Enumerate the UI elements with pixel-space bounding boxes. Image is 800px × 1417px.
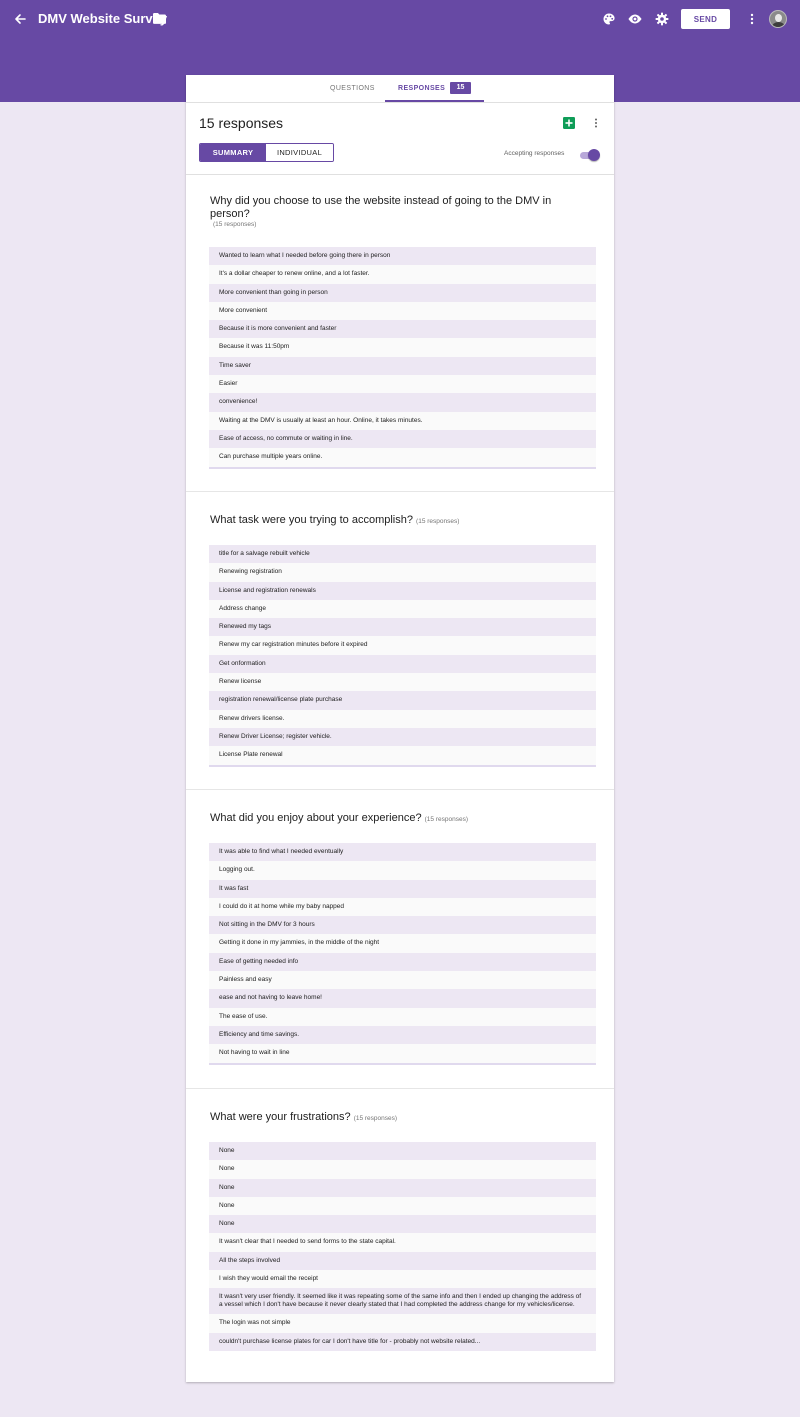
question-response-count: (15 responses) <box>353 1115 398 1122</box>
answer-item: Ease of getting needed info <box>209 952 596 972</box>
send-button[interactable]: SEND <box>681 9 730 29</box>
answer-item: Getting it done in my jammies, in the mi… <box>209 934 596 953</box>
answer-item: License Plate renewal <box>209 746 596 765</box>
question-title: Why did you choose to use the website in… <box>210 195 552 220</box>
answer-item: Renew Driver License; register vehicle. <box>209 727 596 747</box>
question-section: What were your frustrations? (15 respons… <box>186 1089 614 1382</box>
answer-item: Because it was 11:50pm <box>209 338 596 357</box>
answer-item: License and registration renewals <box>209 581 596 600</box>
more-vert-icon[interactable] <box>744 11 760 27</box>
question-title: What were your frustrations? <box>210 1111 351 1123</box>
answer-item: Renew drivers license. <box>209 709 596 728</box>
summary-button[interactable]: SUMMARY <box>200 144 266 161</box>
answer-item: Wanted to learn what I needed before goi… <box>209 247 596 266</box>
question-title: What task were you trying to accomplish? <box>210 514 413 526</box>
answer-item: Easier <box>209 375 596 394</box>
accepting-responses-label: Accepting responses <box>504 150 565 157</box>
question-section: Why did you choose to use the website in… <box>186 176 614 492</box>
question-response-count: (15 responses) <box>424 816 468 823</box>
avatar[interactable] <box>769 10 787 28</box>
answer-item: I could do it at home while my baby napp… <box>209 897 596 917</box>
palette-icon[interactable] <box>601 11 617 27</box>
answer-item: Not sitting in the DMV for 3 hours <box>209 916 596 935</box>
answer-item: I wish they would email the receipt <box>209 1270 596 1289</box>
question-title: What did you enjoy about your experience… <box>210 812 422 824</box>
answer-item: registration renewal/license plate purch… <box>209 691 596 710</box>
responses-title: 15 responses <box>199 115 284 131</box>
responses-count-badge: 15 <box>450 82 471 94</box>
top-app-bar: DMV Website Survey SEND <box>0 0 800 38</box>
answer-item: Ease of access, no commute or waiting in… <box>209 429 596 449</box>
tab-responses[interactable]: RESPONSES <box>398 84 445 93</box>
question-response-count: (15 responses) <box>416 518 460 525</box>
answer-item: Get onformation <box>209 654 596 674</box>
answer-item: It wasn't very user friendly. It seemed … <box>209 1288 596 1315</box>
question-title-row: What were your frustrations? (15 respons… <box>210 1111 580 1125</box>
answer-item: Renew license <box>209 673 596 692</box>
question-section: What did you enjoy about your experience… <box>186 790 614 1089</box>
gear-icon[interactable] <box>654 11 670 27</box>
individual-button[interactable]: INDIVIDUAL <box>266 144 333 161</box>
back-arrow-icon[interactable] <box>12 11 28 27</box>
answer-item: Renewing registration <box>209 563 596 582</box>
question-section: What task were you trying to accomplish?… <box>186 492 614 790</box>
answer-item: Logging out. <box>209 861 596 880</box>
answers-list: It was able to find what I needed eventu… <box>209 843 596 1065</box>
answer-item: More convenient than going in person <box>209 283 596 302</box>
question-response-count: (15 responses) <box>213 221 257 228</box>
answer-item: None <box>209 1196 596 1216</box>
answer-item: More convenient <box>209 301 596 321</box>
answers-list: None None None None None It wasn't clear… <box>209 1142 596 1351</box>
answer-item: ease and not having to leave home! <box>209 989 596 1008</box>
more-vert-icon[interactable] <box>592 117 600 129</box>
form-card: QUESTIONS RESPONSES 15 15 responses SUMM… <box>186 75 614 1382</box>
form-title[interactable]: DMV Website Survey <box>38 11 167 27</box>
answer-item: The ease of use. <box>209 1007 596 1026</box>
answer-item: None <box>209 1142 596 1161</box>
form-tabs: QUESTIONS RESPONSES 15 <box>186 75 614 103</box>
answer-item: Renewed my tags <box>209 618 596 637</box>
answer-item: Can purchase multiple years online. <box>209 448 596 467</box>
answer-item: None <box>209 1178 596 1197</box>
answer-item: title for a salvage rebuilt vehicle <box>209 545 596 564</box>
answer-item: All the steps involved <box>209 1251 596 1271</box>
answer-item: couldn't purchase license plates for car… <box>209 1332 596 1351</box>
question-title-row: What task were you trying to accomplish?… <box>210 514 580 528</box>
answer-item: Efficiency and time savings. <box>209 1025 596 1045</box>
answer-item: Because it is more convenient and faster <box>209 320 596 339</box>
question-title-row: What did you enjoy about your experience… <box>210 812 580 826</box>
active-tab-indicator <box>385 100 484 102</box>
answer-item: It was fast <box>209 879 596 898</box>
answers-list: title for a salvage rebuilt vehicle Rene… <box>209 545 596 767</box>
answer-item: Painless and easy <box>209 971 596 990</box>
answer-item: It's a dollar cheaper to renew online, a… <box>209 265 596 284</box>
answer-item: Waiting at the DMV is usually at least a… <box>209 411 596 430</box>
view-toggle: SUMMARY INDIVIDUAL <box>199 143 334 162</box>
answer-item: None <box>209 1160 596 1179</box>
eye-icon[interactable] <box>627 11 643 27</box>
answer-item: Not having to wait in line <box>209 1044 596 1063</box>
answer-item: Time saver <box>209 356 596 376</box>
answer-item: Renew my car registration minutes before… <box>209 636 596 655</box>
answer-item: convenience! <box>209 393 596 412</box>
answer-item: The login was not simple <box>209 1314 596 1333</box>
responses-header: 15 responses SUMMARY INDIVIDUAL <box>186 103 614 175</box>
answer-item: None <box>209 1215 596 1234</box>
folder-icon[interactable] <box>153 13 166 24</box>
sheets-icon[interactable] <box>563 117 575 129</box>
answer-item: Address change <box>209 599 596 619</box>
tab-questions[interactable]: QUESTIONS <box>330 84 375 93</box>
answer-item: It was able to find what I needed eventu… <box>209 843 596 862</box>
accepting-responses-toggle[interactable] <box>579 149 601 161</box>
answer-item: It wasn't clear that I needed to send fo… <box>209 1233 596 1252</box>
answers-list: Wanted to learn what I needed before goi… <box>209 247 596 469</box>
